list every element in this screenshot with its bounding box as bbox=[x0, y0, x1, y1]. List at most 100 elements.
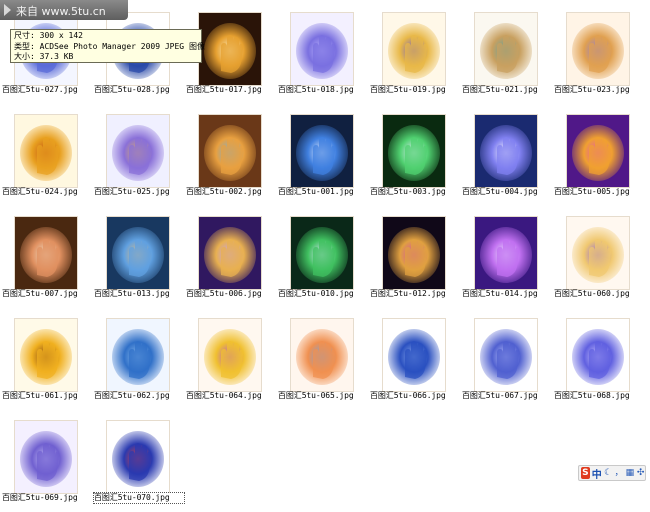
file-thumbnail-item[interactable]: 百图汇5tu-068.jpg bbox=[552, 310, 644, 410]
thumbnail-image[interactable] bbox=[290, 114, 354, 188]
file-thumbnail-item[interactable]: 百图汇5tu-025.jpg bbox=[92, 106, 184, 206]
thumbnail-image[interactable] bbox=[382, 12, 446, 86]
thumbnail-image[interactable] bbox=[106, 114, 170, 188]
file-name-label[interactable]: 百图汇5tu-010.jpg bbox=[278, 289, 368, 299]
file-name-label[interactable]: 百图汇5tu-023.jpg bbox=[554, 85, 644, 95]
ime-toolbar[interactable]: S 中 ☾ ， ▦ ✣ bbox=[578, 465, 646, 481]
file-name-label[interactable]: 百图汇5tu-003.jpg bbox=[370, 187, 460, 197]
file-thumbnail-item[interactable]: 百图汇5tu-012.jpg bbox=[368, 208, 460, 308]
play-arrow-icon bbox=[4, 4, 11, 16]
file-thumbnail-item[interactable]: 百图汇5tu-021.jpg bbox=[460, 4, 552, 104]
file-name-label[interactable]: 百图汇5tu-070.jpg bbox=[93, 492, 185, 504]
file-thumbnail-item[interactable]: 百图汇5tu-062.jpg bbox=[92, 310, 184, 410]
file-name-label[interactable]: 百图汇5tu-013.jpg bbox=[94, 289, 184, 299]
tooltip-type: 类型: ACDSee Photo Manager 2009 JPEG 图像 bbox=[14, 41, 205, 51]
file-thumbnail-item[interactable]: 百图汇5tu-018.jpg bbox=[276, 4, 368, 104]
tooltip-size: 大小: 37.3 KB bbox=[14, 52, 74, 61]
thumbnail-image[interactable] bbox=[474, 216, 538, 290]
file-thumbnail-item[interactable]: 百图汇5tu-061.jpg bbox=[0, 310, 92, 410]
keyboard-icon[interactable]: ▦ bbox=[626, 467, 635, 479]
file-thumbnail-item[interactable]: 百图汇5tu-070.jpg bbox=[92, 412, 185, 512]
thumbnail-image[interactable] bbox=[566, 12, 630, 86]
file-name-label[interactable]: 百图汇5tu-062.jpg bbox=[94, 391, 184, 401]
thumbnail-image[interactable] bbox=[290, 216, 354, 290]
file-thumbnail-item[interactable]: 百图汇5tu-069.jpg bbox=[0, 412, 92, 512]
tooltip-dimensions: 尺寸: 300 x 142 bbox=[14, 31, 83, 40]
file-thumbnail-item[interactable]: 百图汇5tu-067.jpg bbox=[460, 310, 552, 410]
thumbnail-image[interactable] bbox=[198, 12, 262, 86]
thumbnail-image[interactable] bbox=[290, 318, 354, 392]
thumbnail-image[interactable] bbox=[566, 114, 630, 188]
ime-language-toggle[interactable]: 中 bbox=[592, 466, 602, 481]
file-thumbnail-item[interactable]: 百图汇5tu-006.jpg bbox=[184, 208, 276, 308]
thumbnail-image[interactable] bbox=[566, 216, 630, 290]
thumbnail-image[interactable] bbox=[566, 318, 630, 392]
thumbnail-image[interactable] bbox=[290, 12, 354, 86]
file-name-label[interactable]: 百图汇5tu-002.jpg bbox=[186, 187, 276, 197]
file-name-label[interactable]: 百图汇5tu-060.jpg bbox=[554, 289, 644, 299]
punctuation-toggle[interactable]: ， bbox=[615, 467, 624, 479]
thumbnail-image[interactable] bbox=[14, 216, 78, 290]
file-name-label[interactable]: 百图汇5tu-025.jpg bbox=[94, 187, 184, 197]
file-name-label[interactable]: 百图汇5tu-007.jpg bbox=[2, 289, 92, 299]
thumbnail-image[interactable] bbox=[106, 420, 170, 494]
file-name-label[interactable]: 百图汇5tu-067.jpg bbox=[462, 391, 552, 401]
file-name-label[interactable]: 百图汇5tu-061.jpg bbox=[2, 391, 92, 401]
file-thumbnail-item[interactable]: 百图汇5tu-013.jpg bbox=[92, 208, 184, 308]
thumbnail-image[interactable] bbox=[106, 318, 170, 392]
thumbnail-image[interactable] bbox=[382, 318, 446, 392]
file-name-label[interactable]: 百图汇5tu-064.jpg bbox=[186, 391, 276, 401]
file-thumbnail-item[interactable]: 百图汇5tu-010.jpg bbox=[276, 208, 368, 308]
watermark-text: 来自 www.5tu.cn bbox=[16, 5, 106, 18]
file-name-label[interactable]: 百图汇5tu-021.jpg bbox=[462, 85, 552, 95]
file-info-tooltip: 尺寸: 300 x 142 类型: ACDSee Photo Manager 2… bbox=[10, 29, 205, 63]
thumbnail-image[interactable] bbox=[198, 114, 262, 188]
file-thumbnail-item[interactable]: 百图汇5tu-060.jpg bbox=[552, 208, 644, 308]
file-thumbnail-item[interactable]: 百图汇5tu-007.jpg bbox=[0, 208, 92, 308]
file-name-label[interactable]: 百图汇5tu-017.jpg bbox=[186, 85, 276, 95]
file-name-label[interactable]: 百图汇5tu-005.jpg bbox=[554, 187, 644, 197]
sogou-logo-icon[interactable]: S bbox=[581, 467, 590, 479]
file-thumbnail-item[interactable]: 百图汇5tu-003.jpg bbox=[368, 106, 460, 206]
thumbnail-image[interactable] bbox=[382, 114, 446, 188]
file-name-label[interactable]: 百图汇5tu-024.jpg bbox=[2, 187, 92, 197]
file-thumbnail-item[interactable]: 百图汇5tu-002.jpg bbox=[184, 106, 276, 206]
thumbnail-image[interactable] bbox=[14, 318, 78, 392]
thumbnail-image[interactable] bbox=[14, 420, 78, 494]
file-thumbnail-item[interactable]: 百图汇5tu-064.jpg bbox=[184, 310, 276, 410]
file-name-label[interactable]: 百图汇5tu-068.jpg bbox=[554, 391, 644, 401]
thumbnail-image[interactable] bbox=[198, 216, 262, 290]
file-thumbnail-item[interactable]: 百图汇5tu-024.jpg bbox=[0, 106, 92, 206]
thumbnail-image[interactable] bbox=[198, 318, 262, 392]
thumbnail-image[interactable] bbox=[474, 12, 538, 86]
file-thumbnail-item[interactable]: 百图汇5tu-004.jpg bbox=[460, 106, 552, 206]
file-name-label[interactable]: 百图汇5tu-066.jpg bbox=[370, 391, 460, 401]
file-thumbnail-item[interactable]: 百图汇5tu-023.jpg bbox=[552, 4, 644, 104]
thumbnail-image[interactable] bbox=[14, 114, 78, 188]
file-thumbnail-item[interactable]: 百图汇5tu-014.jpg bbox=[460, 208, 552, 308]
file-name-label[interactable]: 百图汇5tu-012.jpg bbox=[370, 289, 460, 299]
file-name-label[interactable]: 百图汇5tu-027.jpg bbox=[2, 85, 92, 95]
file-name-label[interactable]: 百图汇5tu-001.jpg bbox=[278, 187, 368, 197]
file-name-label[interactable]: 百图汇5tu-028.jpg bbox=[94, 85, 184, 95]
file-name-label[interactable]: 百图汇5tu-004.jpg bbox=[462, 187, 552, 197]
file-name-label[interactable]: 百图汇5tu-069.jpg bbox=[2, 493, 92, 503]
file-thumbnail-item[interactable]: 百图汇5tu-065.jpg bbox=[276, 310, 368, 410]
watermark-banner: 来自 www.5tu.cn bbox=[0, 0, 128, 20]
file-name-label[interactable]: 百图汇5tu-006.jpg bbox=[186, 289, 276, 299]
thumbnail-grid: 百图汇5tu-027.jpg 百图汇5tu-028.jpg 百图汇5tu-017.j… bbox=[0, 0, 650, 504]
file-name-label[interactable]: 百图汇5tu-065.jpg bbox=[278, 391, 368, 401]
file-thumbnail-item[interactable]: 百图汇5tu-019.jpg bbox=[368, 4, 460, 104]
thumbnail-image[interactable] bbox=[382, 216, 446, 290]
file-name-label[interactable]: 百图汇5tu-018.jpg bbox=[278, 85, 368, 95]
moon-icon[interactable]: ☾ bbox=[604, 467, 613, 479]
file-thumbnail-item[interactable]: 百图汇5tu-005.jpg bbox=[552, 106, 644, 206]
file-thumbnail-item[interactable]: 百图汇5tu-066.jpg bbox=[368, 310, 460, 410]
file-thumbnail-item[interactable]: 百图汇5tu-001.jpg bbox=[276, 106, 368, 206]
file-name-label[interactable]: 百图汇5tu-014.jpg bbox=[462, 289, 552, 299]
thumbnail-image[interactable] bbox=[106, 216, 170, 290]
file-name-label[interactable]: 百图汇5tu-019.jpg bbox=[370, 85, 460, 95]
thumbnail-image[interactable] bbox=[474, 114, 538, 188]
thumbnail-image[interactable] bbox=[474, 318, 538, 392]
ime-menu-icon[interactable]: ✣ bbox=[636, 467, 645, 479]
